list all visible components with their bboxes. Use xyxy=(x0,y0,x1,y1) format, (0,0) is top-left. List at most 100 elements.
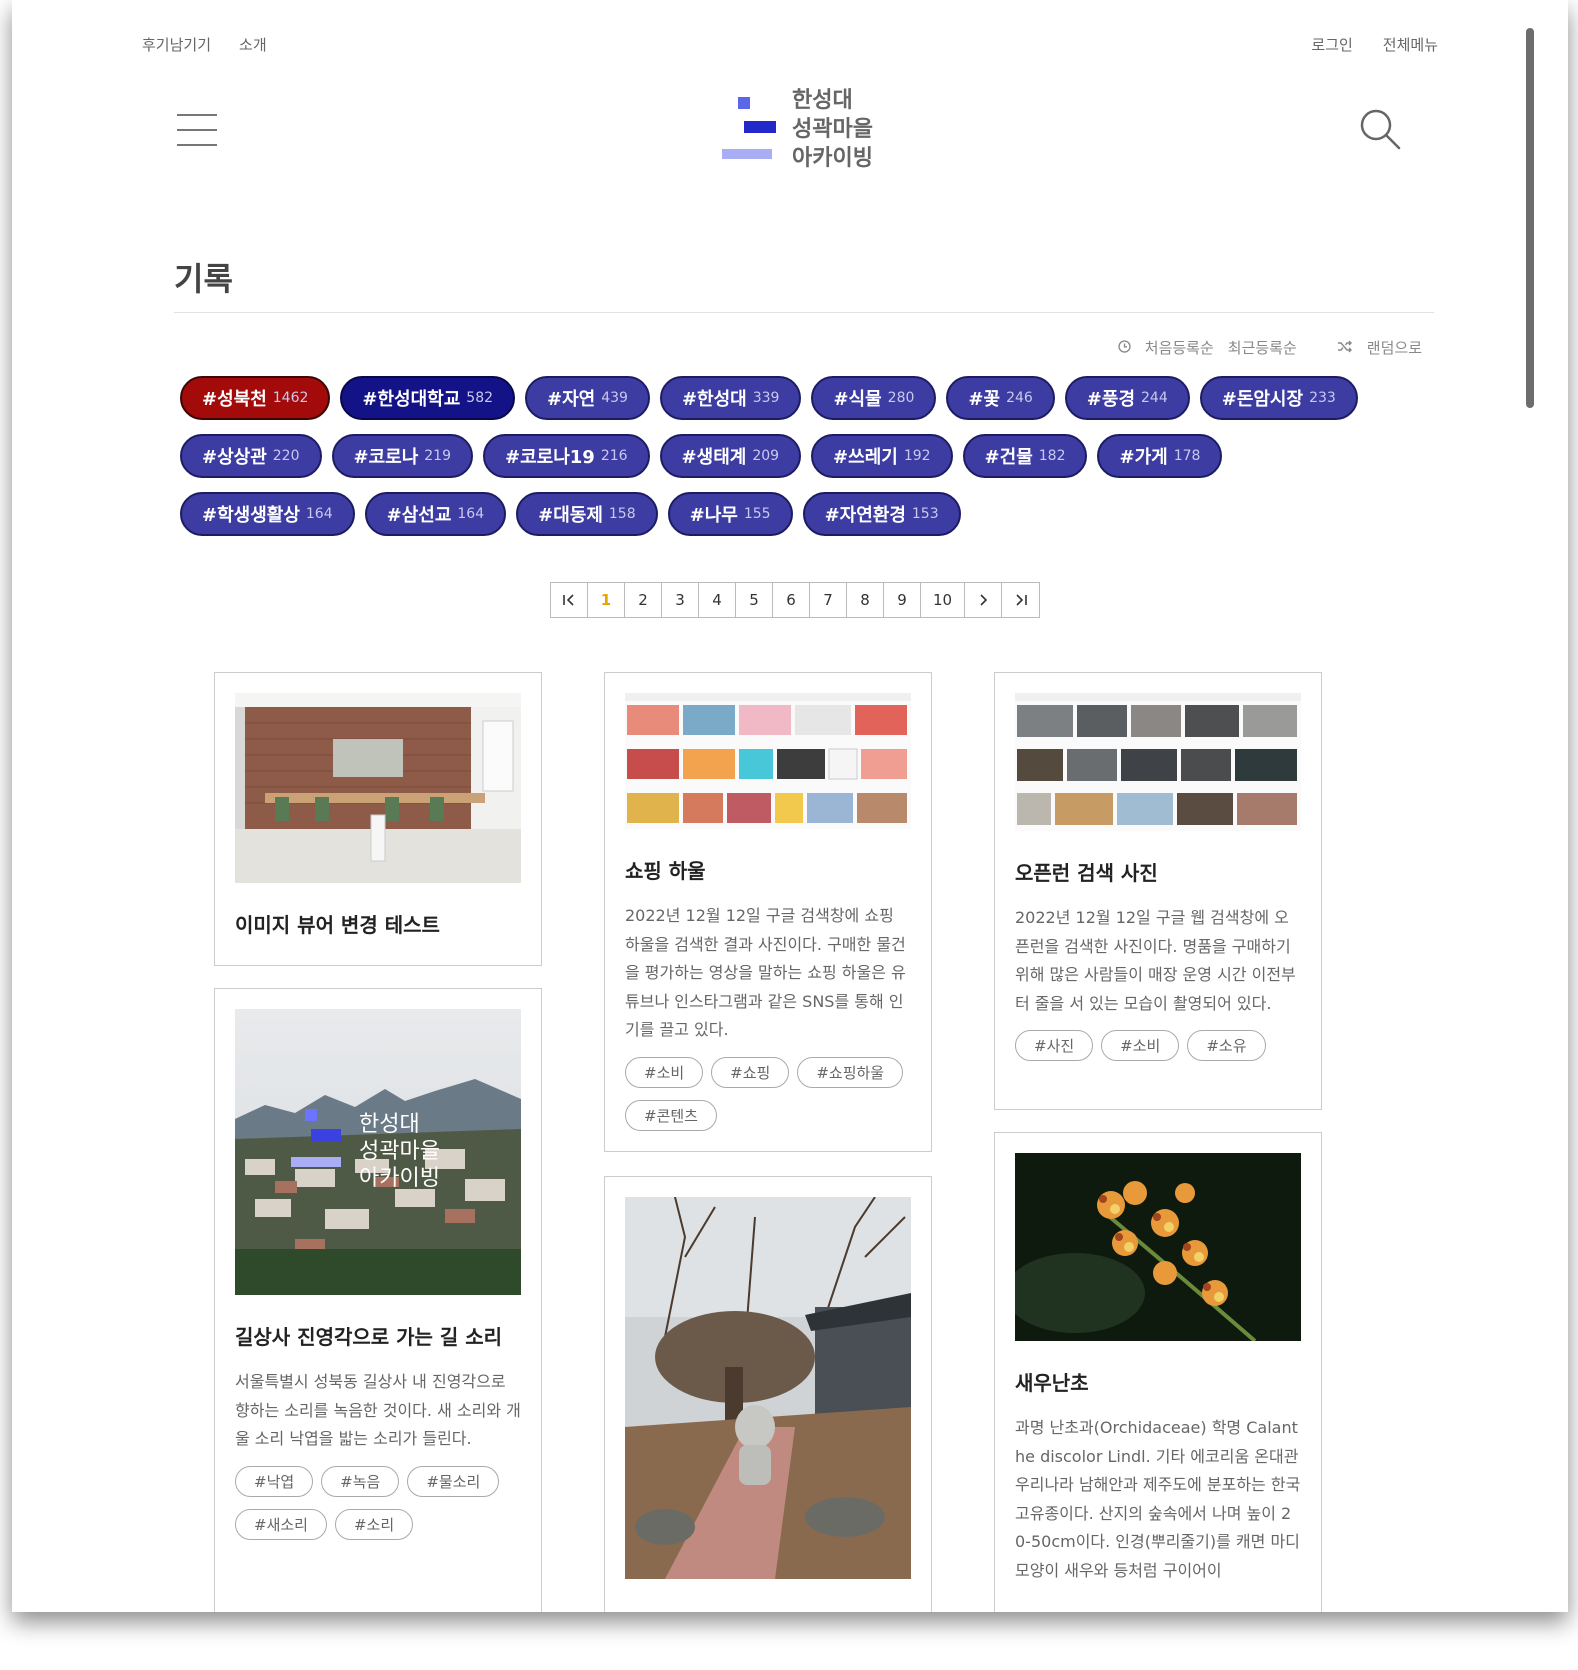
tag-label: #삼선교 xyxy=(386,505,452,526)
tag-chip[interactable]: #코로나19 216 xyxy=(483,434,650,478)
tag-chip[interactable]: #자연 439 xyxy=(525,376,650,420)
card-tag[interactable]: #소리 xyxy=(334,1508,414,1540)
card-gilsangsa-sound[interactable]: 한성대 성곽마을 아카이빙 길상사 진영각으로 가는 길 소리 서울특별시 성북… xyxy=(214,988,542,1612)
tag-chip[interactable]: #상상관 220 xyxy=(180,434,322,478)
tag-label: #돈암시장 xyxy=(1221,389,1304,410)
page-number[interactable]: 10 xyxy=(921,583,965,617)
login-link[interactable]: 로그인 xyxy=(1311,34,1352,55)
tag-chip[interactable]: #쓰레기 192 xyxy=(811,434,953,478)
card-shopping-haul[interactable]: 쇼핑 하울 2022년 12월 12일 구글 검색창에 쇼핑 하울을 검색한 결… xyxy=(604,672,932,1152)
card-thumbnail xyxy=(235,693,521,883)
card-description: 2022년 12월 12일 구글 웹 검색창에 오픈런을 검색한 사진이다. 명… xyxy=(1015,908,1296,1013)
page-number[interactable]: 9 xyxy=(884,583,921,617)
card-tag[interactable]: #쇼핑하울 xyxy=(797,1056,904,1088)
card-tag[interactable]: #소비 xyxy=(625,1056,704,1088)
card-title[interactable]: 새우난초 xyxy=(1015,1367,1301,1396)
tag-count: 182 xyxy=(1038,448,1066,464)
tag-label: #상상관 xyxy=(202,447,267,468)
card-thumbnail xyxy=(625,1197,911,1579)
card-calanthe-orchid[interactable]: 새우난초 과명 난초과(Orchidaceae) 학명 Calanthe dis… xyxy=(994,1132,1322,1612)
card-image-viewer-test[interactable]: 이미지 뷰어 변경 테스트 xyxy=(214,672,542,966)
tag-count: 216 xyxy=(600,448,628,464)
tag-cloud: #성북천 1462 #한성대학교 582 #자연 439 #한성대 339 #식물 280 #꽃 24… xyxy=(180,376,1380,536)
tag-label: #가게 xyxy=(1119,447,1168,468)
about-link[interactable]: 소개 xyxy=(239,34,267,55)
card-title[interactable]: 길상사 진영각으로 가는 길 소리 xyxy=(235,1321,521,1350)
tag-count: 178 xyxy=(1173,448,1201,464)
tag-label: #나무 xyxy=(689,505,738,526)
sort-first-link[interactable]: 처음등록순 xyxy=(1145,337,1214,358)
card-title[interactable]: 이미지 뷰어 변경 테스트 xyxy=(235,909,521,938)
tag-label: #자연환경 xyxy=(824,505,906,526)
card-open-run[interactable]: 오픈런 검색 사진 2022년 12월 12일 구글 웹 검색창에 오픈런을 검… xyxy=(994,672,1322,1110)
search-icon[interactable] xyxy=(1359,108,1403,152)
tag-label: #쓰레기 xyxy=(833,447,898,468)
card-description: 서울특별시 성북동 길상사 내 진영각으로 향하는 소리를 녹음한 것이다. 새… xyxy=(235,1372,521,1448)
full-menu-link[interactable]: 전체메뉴 xyxy=(1383,34,1438,55)
tag-chip[interactable]: #풍경 244 xyxy=(1064,376,1190,420)
card-garden-photo[interactable] xyxy=(604,1176,932,1612)
page-number[interactable]: 2 xyxy=(625,583,662,617)
tag-chip[interactable]: #건물 182 xyxy=(962,434,1088,478)
tag-label: #성북천 xyxy=(202,389,267,410)
tag-chip[interactable]: #꽃 246 xyxy=(946,376,1055,420)
card-title[interactable]: 쇼핑 하울 xyxy=(625,855,911,884)
sort-random-link[interactable]: 랜덤으로 xyxy=(1367,337,1422,358)
tag-count: 164 xyxy=(305,506,333,522)
card-tag[interactable]: #콘텐츠 xyxy=(625,1099,717,1131)
tag-chip[interactable]: #생태계 209 xyxy=(659,434,802,478)
card-description: 과명 난초과(Orchidaceae) 학명 Calanthe discolor… xyxy=(1015,1418,1301,1580)
card-tag[interactable]: #물소리 xyxy=(407,1465,500,1497)
pagination: 1 2 3 4 5 6 7 8 9 10 xyxy=(550,582,1040,618)
card-tags: #소비 #쇼핑 #쇼핑하울 #콘텐츠 xyxy=(625,1056,911,1131)
tag-chip[interactable]: #학생생활상 164 xyxy=(180,492,355,536)
first-page-icon[interactable] xyxy=(551,583,588,617)
card-tag[interactable]: #소비 xyxy=(1101,1030,1180,1061)
last-page-icon[interactable] xyxy=(1002,583,1039,617)
site-logo[interactable]: 한성대 성곽마을 아카이빙 xyxy=(722,86,873,173)
card-tag[interactable]: #소유 xyxy=(1187,1030,1266,1061)
tag-count: 1462 xyxy=(272,390,309,406)
card-thumbnail xyxy=(1015,1153,1301,1341)
scrollbar[interactable] xyxy=(1526,28,1534,408)
page-number[interactable]: 4 xyxy=(699,583,736,617)
review-link[interactable]: 후기남기기 xyxy=(142,34,211,55)
card-tag[interactable]: #낙엽 xyxy=(235,1465,314,1497)
next-page-icon[interactable] xyxy=(965,583,1002,617)
hamburger-menu-icon[interactable] xyxy=(177,114,217,146)
tag-chip[interactable]: #가게 178 xyxy=(1097,434,1223,478)
page-number[interactable]: 6 xyxy=(773,583,810,617)
tag-chip[interactable]: #대동제 158 xyxy=(516,492,658,536)
page-number[interactable]: 1 xyxy=(588,583,625,617)
title-divider xyxy=(174,312,1434,313)
page-number[interactable]: 8 xyxy=(847,583,884,617)
page-number[interactable]: 3 xyxy=(662,583,699,617)
logo-line-3: 아카이빙 xyxy=(792,146,873,171)
page-number[interactable]: 5 xyxy=(736,583,773,617)
tag-chip[interactable]: #한성대학교 582 xyxy=(340,376,516,420)
tag-count: 219 xyxy=(424,448,451,464)
card-tags: #낙엽 #녹음 #물소리 #새소리 #소리 xyxy=(235,1465,521,1540)
tag-chip[interactable]: #식물 280 xyxy=(811,376,937,420)
tag-chip[interactable]: #삼선교 164 xyxy=(364,492,507,536)
page-number[interactable]: 7 xyxy=(810,583,847,617)
logo-mark xyxy=(722,96,776,163)
card-tag[interactable]: #새소리 xyxy=(235,1508,327,1540)
tag-label: #자연 xyxy=(547,389,596,410)
tag-chip[interactable]: #돈암시장 233 xyxy=(1199,376,1358,420)
tag-chip[interactable]: #나무 155 xyxy=(667,492,793,536)
tag-chip[interactable]: #한성대 339 xyxy=(659,376,802,420)
card-tag[interactable]: #사진 xyxy=(1015,1030,1094,1061)
tag-count: 233 xyxy=(1309,390,1336,406)
card-tag[interactable]: #쇼핑 xyxy=(711,1056,790,1088)
sort-recent-link[interactable]: 최근등록순 xyxy=(1228,337,1297,358)
tag-chip[interactable]: #코로나 219 xyxy=(331,434,473,478)
card-thumbnail: 한성대 성곽마을 아카이빙 xyxy=(235,1009,521,1295)
card-tag[interactable]: #녹음 xyxy=(321,1465,400,1497)
tag-chip[interactable]: #자연환경 153 xyxy=(802,492,961,536)
card-title[interactable]: 오픈런 검색 사진 xyxy=(1015,857,1301,886)
util-nav-left: 후기남기기 소개 xyxy=(142,34,267,55)
tag-chip[interactable]: #성북천 1462 xyxy=(180,376,331,420)
tag-count: 192 xyxy=(903,448,931,464)
tag-count: 153 xyxy=(911,506,939,522)
